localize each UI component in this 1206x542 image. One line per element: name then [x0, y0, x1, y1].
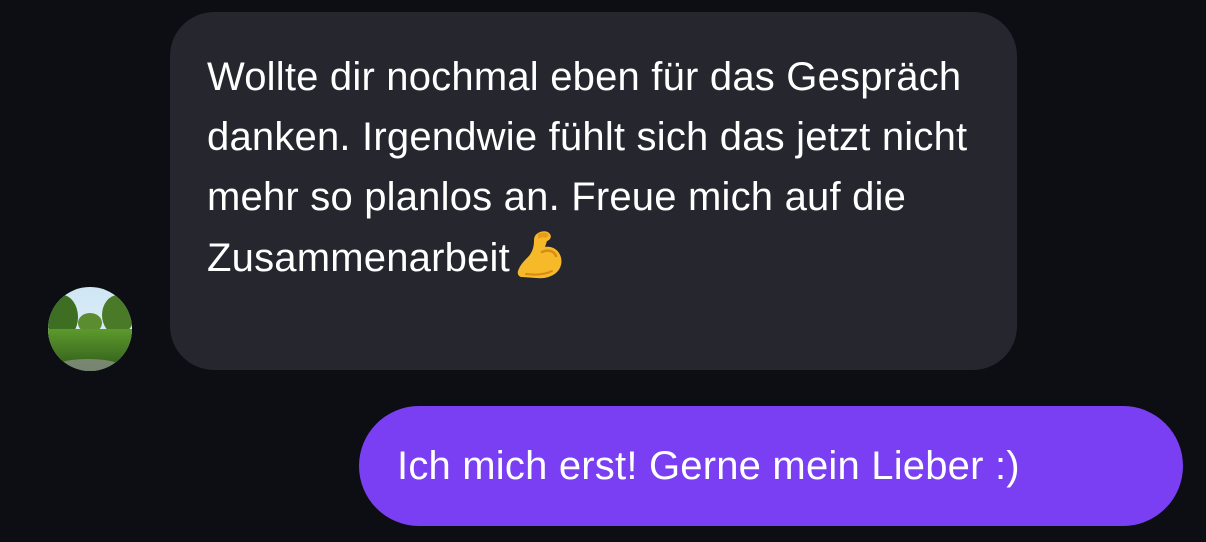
incoming-message-text: Wollte dir nochmal eben für das Gespräch… — [207, 55, 968, 280]
chat-thread: Wollte dir nochmal eben für das Gespräch… — [0, 0, 1206, 542]
incoming-message-bubble[interactable]: Wollte dir nochmal eben für das Gespräch… — [170, 12, 1017, 370]
flexed-biceps-icon — [512, 227, 568, 283]
outgoing-message-text: Ich mich erst! Gerne mein Lieber :) — [397, 444, 1020, 488]
outgoing-message-bubble[interactable]: Ich mich erst! Gerne mein Lieber :) — [359, 406, 1183, 526]
avatar[interactable] — [48, 287, 132, 371]
avatar-photo-icon — [48, 287, 132, 371]
